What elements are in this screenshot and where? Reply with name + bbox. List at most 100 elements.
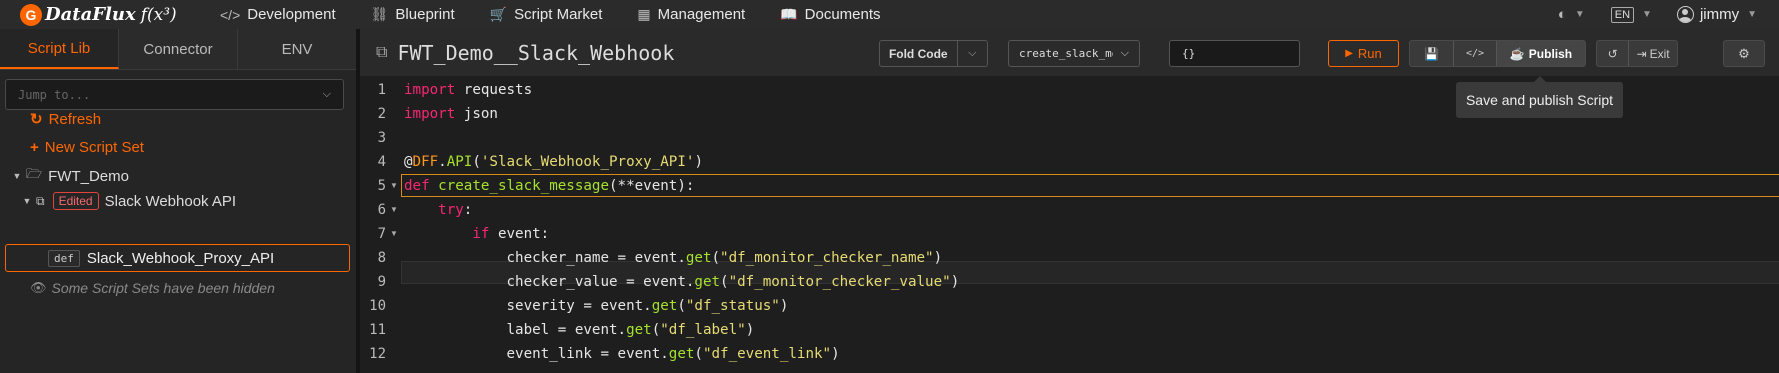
grid-icon: ▦ <box>637 6 651 22</box>
logo-mark-icon: G <box>20 3 42 26</box>
exit-button[interactable]: ⇥ Exit <box>1629 41 1677 66</box>
save-icon[interactable]: 💾 <box>1410 41 1454 66</box>
code-line[interactable]: 12 event_link = event.get("df_event_link… <box>360 342 1779 366</box>
code-text: label = event.get("df_label") <box>506 322 755 338</box>
user-avatar-icon[interactable] <box>1676 6 1694 23</box>
code-icon: </> <box>220 6 241 23</box>
run-button[interactable]: ▶ Run <box>1328 40 1399 67</box>
chevron-down-icon[interactable]: ▼ <box>1747 9 1757 20</box>
tab-script-lib[interactable]: Script Lib <box>0 29 119 69</box>
publish-label: Publish <box>1528 46 1573 61</box>
line-number: 9 <box>377 274 386 290</box>
code-line[interactable]: 5 ▼ def create_slack_message(**event): <box>360 174 1779 198</box>
code-editor[interactable]: 1 import requests 2 import json 3 4 @DFF… <box>360 78 1779 373</box>
settings-button[interactable]: ⚙ <box>1723 40 1765 67</box>
exit-icon: ⇥ <box>1636 46 1647 61</box>
folder-open-icon: 🗁 <box>26 166 43 181</box>
publish-button[interactable]: ☕ Publish <box>1497 41 1585 66</box>
nav-script-market[interactable]: 🛒 Script Market <box>490 6 603 23</box>
args-input-value: {} <box>1182 47 1196 60</box>
username[interactable]: jimmy <box>1700 6 1739 23</box>
code-text: def create_slack_message(**event): <box>404 178 695 194</box>
line-number: 2 <box>377 106 386 122</box>
chevron-down-icon[interactable]: ▼ <box>1575 9 1585 20</box>
caret-down-icon[interactable]: ▼ <box>8 171 26 181</box>
code-text: checker_name = event.get("df_monitor_che… <box>506 250 943 266</box>
code-text: checker_value = event.get("df_monitor_ch… <box>506 274 960 290</box>
code-text: try: <box>438 202 473 218</box>
line-number: 10 <box>369 298 386 314</box>
jump-to-placeholder: Jump to... <box>18 87 91 102</box>
sidebar: Script Lib Connector ENV Jump to... ⌵ ↻ … <box>0 29 356 373</box>
chevron-down-icon: ⌵ <box>322 88 331 100</box>
caret-down-icon[interactable]: ▼ <box>18 196 36 206</box>
nav-management[interactable]: ▦ Management <box>637 6 745 23</box>
book-icon: 📖 <box>780 6 798 22</box>
line-number: 7 <box>377 226 386 242</box>
hidden-sets-note[interactable]: 👁 Some Script Sets have been hidden <box>30 280 275 296</box>
tab-connector[interactable]: Connector <box>119 29 238 69</box>
function-select[interactable]: create_slack_message ⌵ <box>1008 40 1140 67</box>
code-text: event_link = event.get("df_event_link") <box>506 346 840 362</box>
code-text: if event: <box>472 226 550 242</box>
language-select[interactable]: EN <box>1610 6 1635 23</box>
code-line[interactable]: 10 severity = event.get("df_status") <box>360 294 1779 318</box>
fold-arrow-icon[interactable]: ▼ <box>390 174 398 198</box>
edited-badge: Edited <box>52 192 99 210</box>
jump-to-select[interactable]: Jump to... ⌵ <box>5 79 344 110</box>
nav-label: Blueprint <box>395 6 455 23</box>
code-view-icon[interactable]: </> <box>1454 41 1497 66</box>
code-line[interactable]: 6 ▼ try: <box>360 198 1779 222</box>
args-input[interactable]: {} <box>1169 40 1300 67</box>
fold-code-dropdown[interactable]: Fold Code ⌵ <box>879 40 988 67</box>
function-select-value: create_slack_message <box>1019 47 1113 60</box>
tree-folder-fwt-demo[interactable]: ▼ 🗁 FWT_Demo <box>8 165 129 187</box>
new-script-set-label: New Script Set <box>44 139 144 156</box>
plus-icon: + <box>30 139 39 156</box>
code-line[interactable]: 3 <box>360 126 1779 150</box>
code-line[interactable]: 7 ▼ if event: <box>360 222 1779 246</box>
app-logo[interactable]: G DataFlux f(x³) <box>20 3 220 26</box>
line-number: 8 <box>377 250 386 266</box>
line-number: 6 <box>377 202 386 218</box>
tab-env[interactable]: ENV <box>238 29 356 69</box>
code-line[interactable]: 8 checker_name = event.get("df_monitor_c… <box>360 246 1779 270</box>
refresh-icon: ↻ <box>30 111 43 128</box>
logo-fx: f(x³) <box>140 4 177 25</box>
code-text: import json <box>404 106 498 122</box>
folder-label: FWT_Demo <box>48 167 129 185</box>
nav-label: Documents <box>804 6 881 23</box>
tree-func-slack-webhook-proxy-api[interactable]: def Slack_Webhook_Proxy_API <box>5 244 350 272</box>
refresh-button[interactable]: ↻ Refresh <box>30 110 102 129</box>
nav-label: Development <box>247 6 336 23</box>
fold-arrow-icon[interactable]: ▼ <box>390 222 398 246</box>
line-number: 11 <box>369 322 386 338</box>
logo-text: DataFlux <box>45 4 136 25</box>
tree-script-slack-webhook[interactable]: ▼ ⧉ Edited Slack Webhook API <box>18 192 236 210</box>
nav-development[interactable]: </> Development <box>220 6 336 23</box>
coffee-icon: ☕ <box>1509 46 1525 61</box>
top-right-controls: ◐ ▼ EN ▼ jimmy ▼ <box>1558 0 1779 29</box>
sidebar-tabs: Script Lib Connector ENV <box>0 29 356 70</box>
hidden-note-label: Some Script Sets have been hidden <box>51 280 275 296</box>
new-script-set-button[interactable]: + New Script Set <box>30 139 144 156</box>
exit-label: Exit <box>1649 46 1670 61</box>
code-line[interactable]: 4 @DFF.API('Slack_Webhook_Proxy_API') <box>360 150 1779 174</box>
gear-icon: ⚙ <box>1738 45 1750 61</box>
code-text: severity = event.get("df_status") <box>506 298 789 314</box>
fold-arrow-icon[interactable]: ▼ <box>390 198 398 222</box>
chevron-down-icon: ⌵ <box>1120 47 1129 59</box>
code-file-icon: ⧉ <box>376 43 388 61</box>
code-line[interactable]: 11 label = event.get("df_label") <box>360 318 1779 342</box>
script-title: FWT_Demo__Slack_Webhook <box>397 40 675 65</box>
code-text: @DFF.API('Slack_Webhook_Proxy_API') <box>404 154 703 170</box>
chevron-down-icon[interactable]: ⌵ <box>958 47 987 60</box>
theme-toggle-icon[interactable]: ◐ <box>1558 6 1567 23</box>
history-icon[interactable]: ↺ <box>1597 41 1630 66</box>
nav-blueprint[interactable]: ⛓ Blueprint <box>371 6 455 23</box>
refresh-label: Refresh <box>48 110 102 128</box>
chevron-down-icon[interactable]: ▼ <box>1642 9 1652 20</box>
nav-documents[interactable]: 📖 Documents <box>780 6 880 23</box>
fold-code-label[interactable]: Fold Code <box>880 47 957 61</box>
code-line[interactable]: 9 checker_value = event.get("df_monitor_… <box>360 270 1779 294</box>
